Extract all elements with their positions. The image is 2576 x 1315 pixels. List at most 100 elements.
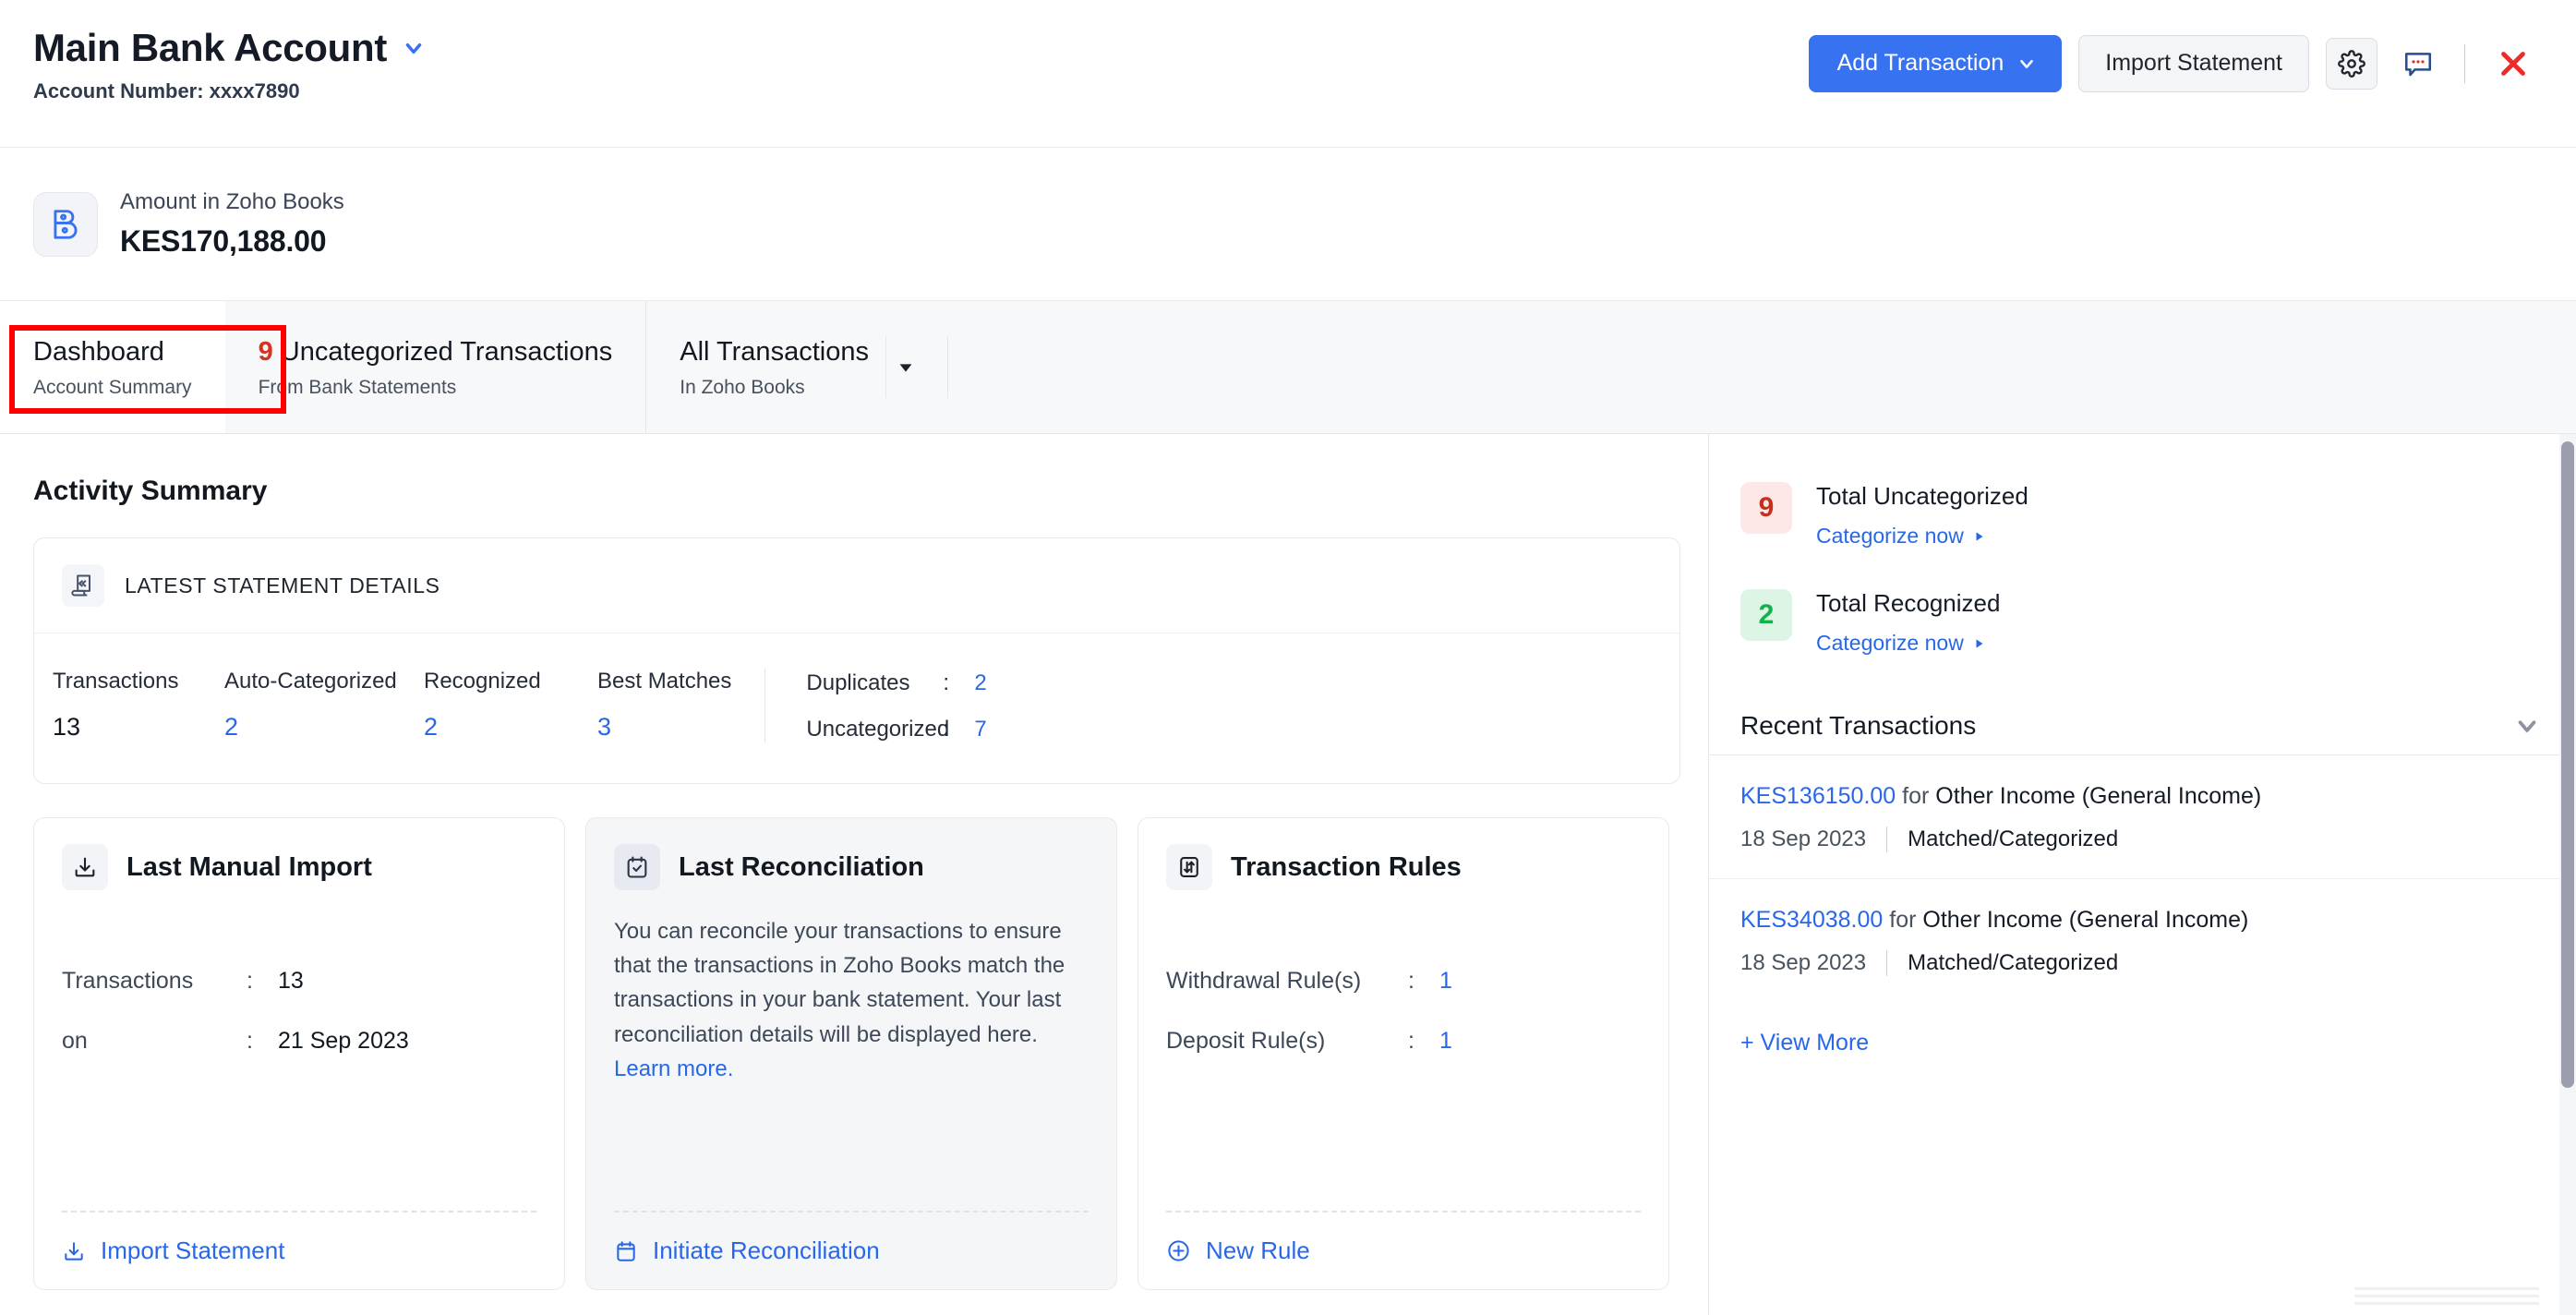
transaction-amount[interactable]: KES136150.00 xyxy=(1740,783,1896,809)
chat-bubble-icon xyxy=(2402,48,2434,79)
calendar-icon xyxy=(614,1239,638,1263)
settings-button[interactable] xyxy=(2326,38,2377,90)
pair-duplicates-colon: : xyxy=(943,670,974,696)
recognized-categorize-link[interactable]: Categorize now xyxy=(1816,631,2000,656)
stat-recognized: Recognized 2 xyxy=(424,669,597,742)
transaction-status: Matched/Categorized xyxy=(1908,826,2118,852)
import-download-icon xyxy=(62,844,108,890)
meta-divider xyxy=(1886,826,1887,852)
close-x-icon xyxy=(2497,47,2530,80)
stat-auto-categorized: Auto-Categorized 2 xyxy=(224,669,424,742)
import-date-value: 21 Sep 2023 xyxy=(278,1028,409,1055)
chevron-right-icon xyxy=(1973,530,1986,543)
tab-dashboard-sublabel: Account Summary xyxy=(33,377,192,399)
withdrawal-rules-key: Withdrawal Rule(s) xyxy=(1166,968,1408,995)
transaction-for-label: for xyxy=(1902,783,1929,809)
balance-label: Amount in Zoho Books xyxy=(120,189,344,215)
transaction-category: Other Income (General Income) xyxy=(1935,783,2261,809)
tab-uncategorized-text: Uncategorized Transactions xyxy=(281,337,612,367)
learn-more-link[interactable]: Learn more. xyxy=(614,1056,733,1081)
vertical-scrollbar-thumb[interactable] xyxy=(2561,441,2574,1088)
tab-uncategorized-sublabel: From Bank Statements xyxy=(259,377,613,399)
card-header: Last Manual Import xyxy=(62,844,536,890)
import-statement-button[interactable]: Import Statement xyxy=(2078,35,2309,92)
recent-transactions-title: Recent Transactions xyxy=(1740,711,1976,741)
tab-dashboard[interactable]: Dashboard Account Summary xyxy=(0,301,225,433)
pair-uncategorized-value[interactable]: 7 xyxy=(974,717,986,742)
balance-text-block: Amount in Zoho Books KES170,188.00 xyxy=(120,189,344,259)
withdrawal-rules-row: Withdrawal Rule(s) : 1 xyxy=(1166,968,1641,995)
withdrawal-rules-value[interactable]: 1 xyxy=(1439,968,1452,995)
recent-transaction-item[interactable]: KES34038.00 for Other Income (General In… xyxy=(1709,879,2576,1002)
stat-best-matches-value[interactable]: 3 xyxy=(597,713,731,742)
tab-all-transactions[interactable]: All Transactions In Zoho Books xyxy=(646,301,885,433)
transaction-for-label: for xyxy=(1889,907,1916,933)
transaction-meta-line: 18 Sep 2023 Matched/Categorized xyxy=(1740,826,2545,852)
tabs-dropdown-button[interactable] xyxy=(885,336,948,398)
transaction-date: 18 Sep 2023 xyxy=(1740,950,1866,976)
new-rule-link[interactable]: New Rule xyxy=(1206,1237,1310,1265)
close-button[interactable] xyxy=(2487,38,2539,90)
tab-uncategorized-label: 9 Uncategorized Transactions xyxy=(259,335,613,368)
add-transaction-button[interactable]: Add Transaction xyxy=(1809,35,2063,92)
card-header: Transaction Rules xyxy=(1166,844,1641,890)
card-header: Last Reconciliation xyxy=(614,844,1089,890)
chevron-down-icon[interactable] xyxy=(2513,712,2541,740)
summary-total-recognized: 2 Total Recognized Categorize now xyxy=(1709,589,2576,656)
statement-scroll-icon xyxy=(62,564,104,607)
import-transactions-value: 13 xyxy=(278,968,304,995)
page-title: Main Bank Account xyxy=(33,28,387,68)
tab-bar-spacer xyxy=(948,301,2576,433)
import-statement-label: Import Statement xyxy=(2105,50,2282,77)
last-reconciliation-card: Last Reconciliation You can reconcile yo… xyxy=(585,817,1117,1290)
uncategorized-title: Total Uncategorized xyxy=(1816,482,2028,511)
latest-statement-body: Transactions 13 Auto-Categorized 2 Recog… xyxy=(34,633,1679,783)
latest-statement-card: LATEST STATEMENT DETAILS Transactions 13… xyxy=(33,537,1680,784)
recognized-count-badge: 2 xyxy=(1740,589,1792,641)
uncategorized-count-badge: 9 xyxy=(1740,482,1792,534)
card-body: Withdrawal Rule(s) : 1 Deposit Rule(s) :… xyxy=(1166,890,1641,1211)
import-statement-link[interactable]: Import Statement xyxy=(101,1237,284,1265)
account-title-row[interactable]: Main Bank Account xyxy=(33,28,426,68)
view-more-link[interactable]: + View More xyxy=(1709,1002,1900,1084)
comments-button[interactable] xyxy=(2394,38,2442,90)
action-divider xyxy=(2464,44,2465,83)
recent-transactions-header[interactable]: Recent Transactions xyxy=(1709,696,2576,755)
last-manual-import-title: Last Manual Import xyxy=(126,852,372,883)
stat-transactions-label: Transactions xyxy=(53,669,210,694)
stat-recognized-value[interactable]: 2 xyxy=(424,713,583,742)
withdrawal-rules-colon: : xyxy=(1408,968,1439,995)
last-reconciliation-title: Last Reconciliation xyxy=(679,852,924,883)
tab-uncategorized-transactions[interactable]: 9 Uncategorized Transactions From Bank S… xyxy=(225,301,647,433)
latest-statement-header-label: LATEST STATEMENT DETAILS xyxy=(125,573,440,598)
bank-balance-icon xyxy=(33,192,98,257)
info-cards: Last Manual Import Transactions : 13 on … xyxy=(33,817,1708,1290)
recognized-title: Total Recognized xyxy=(1816,589,2000,618)
last-manual-import-card: Last Manual Import Transactions : 13 on … xyxy=(33,817,565,1290)
account-title-block: Main Bank Account Account Number: xxxx78… xyxy=(0,0,426,103)
plus-circle-icon xyxy=(1166,1238,1191,1263)
deposit-rules-colon: : xyxy=(1408,1028,1439,1055)
stats-divider xyxy=(764,669,765,742)
stat-recognized-label: Recognized xyxy=(424,669,583,694)
card-footer: Import Statement xyxy=(62,1211,536,1265)
recent-transaction-item[interactable]: KES136150.00 for Other Income (General I… xyxy=(1709,755,2576,879)
pair-uncategorized: Uncategorized : 7 xyxy=(806,717,986,742)
chevron-down-icon[interactable] xyxy=(402,36,426,60)
transaction-summary-line: KES34038.00 for Other Income (General In… xyxy=(1740,907,2545,934)
transaction-rules-icon xyxy=(1166,844,1212,890)
recognized-link-label: Categorize now xyxy=(1816,631,1964,656)
header-actions: Add Transaction Import Statement xyxy=(1809,0,2576,92)
stat-auto-categorized-value[interactable]: 2 xyxy=(224,713,409,742)
initiate-reconciliation-link[interactable]: Initiate Reconciliation xyxy=(653,1237,880,1265)
chevron-right-icon xyxy=(1973,637,1986,650)
pair-duplicates-value[interactable]: 2 xyxy=(974,670,986,696)
uncategorized-categorize-link[interactable]: Categorize now xyxy=(1816,524,2028,549)
deposit-rules-value[interactable]: 1 xyxy=(1439,1028,1452,1055)
import-date-colon: : xyxy=(247,1028,278,1055)
uncategorized-link-label: Categorize now xyxy=(1816,524,1964,549)
card-body: You can reconcile your transactions to e… xyxy=(614,890,1089,1211)
summary-total-uncategorized: 9 Total Uncategorized Categorize now xyxy=(1709,482,2576,549)
transaction-amount[interactable]: KES34038.00 xyxy=(1740,907,1883,933)
balance-amount: KES170,188.00 xyxy=(120,224,344,259)
